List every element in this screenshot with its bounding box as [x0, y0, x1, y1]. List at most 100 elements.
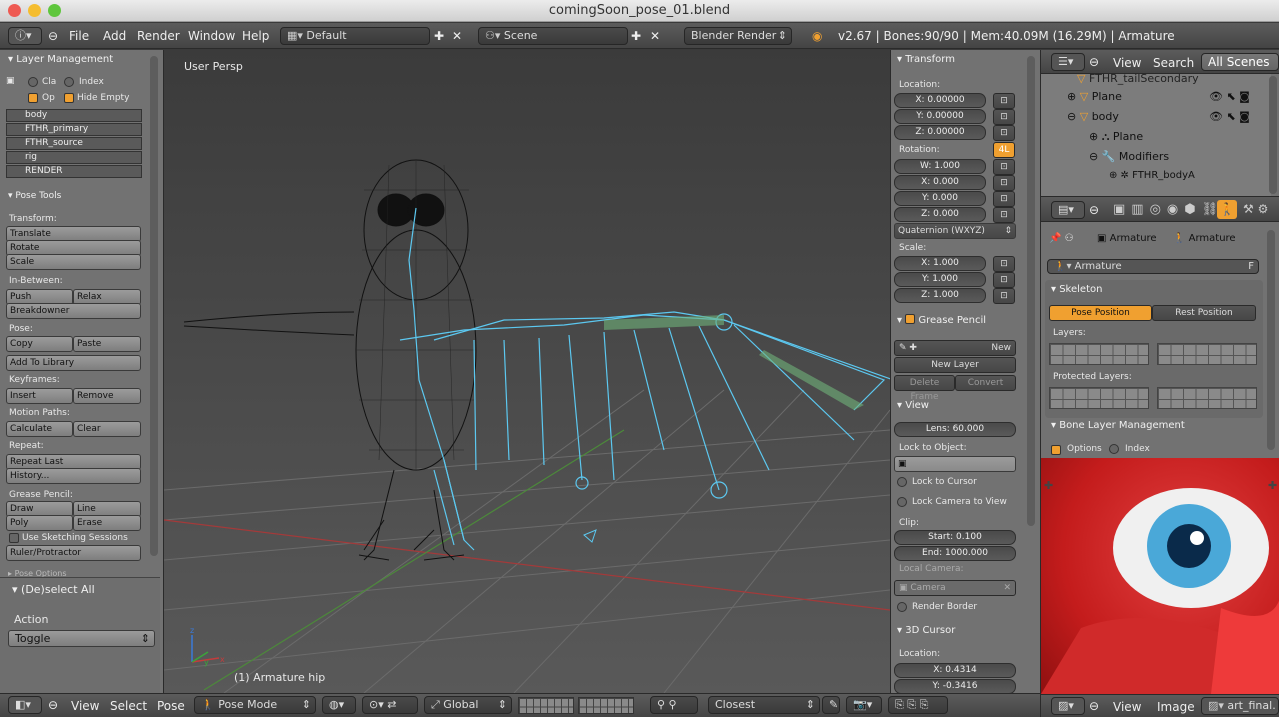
lock-location-x-icon[interactable]: ⊡ [993, 93, 1015, 109]
lock-rotation-w-icon[interactable]: ⊡ [993, 159, 1015, 175]
editor-type-info-icon[interactable]: ⓘ▾ [8, 27, 42, 45]
scene-select[interactable]: ⚇▾ Scene [478, 27, 628, 45]
properties-collapse-icon[interactable]: ⊖ [1089, 203, 1099, 217]
layer-row[interactable]: rig [6, 151, 142, 164]
image-view-menu[interactable]: View [1113, 700, 1141, 714]
properties-context-tabs[interactable]: ▣▥◎◉⬢⛓ [1113, 202, 1224, 217]
poly-button[interactable]: Poly [6, 515, 73, 531]
location-y-field[interactable]: Y: 0.00000 [894, 109, 986, 124]
viewport-editor-type-icon[interactable]: ◧▾ [8, 696, 42, 714]
tool-shelf-scrollbar[interactable] [150, 56, 158, 556]
outliner-item[interactable]: ⊖ 🔧 Modifiers [1089, 150, 1169, 163]
add-scene-icon[interactable]: ✚ [631, 29, 641, 43]
visibility-eye-icon[interactable]: 👁 ⬉ ◙ [1209, 110, 1250, 123]
lock-location-z-icon[interactable]: ⊡ [993, 125, 1015, 141]
breakdowner-button[interactable]: Breakdowner [6, 303, 141, 319]
grease-pencil-checkbox[interactable] [905, 314, 916, 324]
image-menu[interactable]: Image [1157, 700, 1195, 714]
erase-button[interactable]: Erase [73, 515, 141, 531]
menu-file[interactable]: File [69, 29, 89, 43]
outliner-scope-select[interactable]: All Scenes [1201, 53, 1279, 71]
lock-scale-y-icon[interactable]: ⊡ [993, 272, 1015, 288]
rotation-y-field[interactable]: Y: 0.000 [894, 191, 986, 206]
transform-orientation-select[interactable]: ⤢ Global ⇕ [424, 696, 512, 714]
clip-end-field[interactable]: End: 1000.000 [894, 546, 1016, 561]
render-engine-select[interactable]: Blender Render ⇕ [684, 27, 792, 45]
layer-row[interactable]: body [6, 109, 142, 122]
lock-to-cursor-checkbox[interactable] [897, 477, 907, 487]
image-editor-canvas[interactable]: ✚ ✚ [1041, 458, 1279, 694]
mode-select[interactable]: 🚶 Pose Mode ⇕ [194, 696, 316, 714]
outliner-item[interactable]: ⊕ ▽ Plane [1067, 90, 1122, 103]
fake-user-toggle[interactable]: F [1248, 260, 1254, 273]
rotation-z-field[interactable]: Z: 0.000 [894, 207, 986, 222]
clear-paths-button[interactable]: Clear [73, 421, 141, 437]
cursor-y-field[interactable]: Y: -0.3416 [894, 679, 1016, 694]
sidebar-scrollbar[interactable] [1027, 56, 1035, 526]
menu-render[interactable]: Render [137, 29, 180, 43]
new-layer-button[interactable]: New Layer [894, 357, 1016, 373]
armature-datablock-field[interactable]: 🚶▾ Armature F [1047, 259, 1259, 274]
outliner-collapse-icon[interactable]: ⊖ [1089, 55, 1099, 69]
viewport-select-menu[interactable]: Select [110, 699, 147, 713]
outliner-item[interactable]: ⊕ ⛬ Plane [1089, 130, 1143, 144]
lock-scale-z-icon[interactable]: ⊡ [993, 288, 1015, 304]
screen-layout-select[interactable]: ▦▾ Default [280, 27, 430, 45]
outliner-item[interactable]: ▽ FTHR_tailSecondary [1077, 72, 1199, 85]
outliner-search-menu[interactable]: Search [1153, 56, 1194, 70]
action-select[interactable]: Toggle ⇕ [8, 630, 155, 647]
rotation-x-field[interactable]: X: 0.000 [894, 175, 986, 190]
lens-field[interactable]: Lens: 60.000 [894, 422, 1016, 437]
ruler-button[interactable]: Ruler/Protractor [6, 545, 141, 561]
bone-constraint-tab-icon[interactable]: ⚒ ⚙ [1243, 202, 1268, 216]
copy-paste-pose-icons[interactable]: ⎘ ⎘ ⎘ [888, 696, 948, 714]
copy-pose-button[interactable]: Copy [6, 336, 73, 352]
scene-layers-grid-b[interactable] [578, 697, 634, 714]
image-corner-plus-icon[interactable]: ✚ [1268, 479, 1277, 492]
remove-screen-icon[interactable]: ✕ [452, 29, 462, 43]
layer-row[interactable]: FTHR_primary [6, 123, 142, 136]
paste-pose-button[interactable]: Paste [73, 336, 141, 352]
cursor-x-field[interactable]: X: 0.4314 [894, 663, 1016, 678]
pose-position-button[interactable]: Pose Position [1049, 305, 1152, 321]
3d-cursor-header[interactable]: ▾ 3D Cursor [897, 625, 955, 636]
image-select[interactable]: ▨▾ art_final. [1201, 697, 1279, 715]
delete-frame-button[interactable]: Delete Frame [894, 375, 955, 402]
lock-camera-checkbox[interactable] [897, 497, 907, 507]
bone-layers-grid-b[interactable] [1157, 343, 1257, 365]
lock-object-field[interactable]: ▣ [894, 456, 1016, 472]
outliner-scrollbar[interactable] [1269, 76, 1277, 194]
protected-layers-grid-a[interactable] [1049, 387, 1149, 409]
bone-layers-grid-a[interactable] [1049, 343, 1149, 365]
rotation-w-field[interactable]: W: 1.000 [894, 159, 986, 174]
visibility-eye-icon[interactable]: 👁 ⬉ ◙ [1209, 90, 1250, 103]
location-z-field[interactable]: Z: 0.00000 [894, 125, 986, 140]
bone-layer-management-header[interactable]: ▾ Bone Layer Management [1051, 420, 1185, 431]
bone-index-checkbox[interactable] [1109, 444, 1119, 454]
pivot-and-manipulator-icons[interactable]: ⊙▾ ⇄ [362, 696, 418, 714]
collapse-menu-icon[interactable]: ⊖ [48, 29, 58, 43]
options-checkbox[interactable] [1051, 445, 1061, 455]
lock-rotation-y-icon[interactable]: ⊡ [993, 191, 1015, 207]
layer-icon[interactable]: ▣ [6, 76, 15, 86]
local-camera-field[interactable]: ▣ Camera ✕ [894, 580, 1016, 596]
grease-pencil-header[interactable]: ▾ Grease Pencil [897, 313, 986, 326]
image-editor-collapse-icon[interactable]: ⊖ [1089, 699, 1099, 713]
lock-scale-x-icon[interactable]: ⊡ [993, 256, 1015, 272]
menu-help[interactable]: Help [242, 29, 269, 43]
zoom-window-icon[interactable] [48, 4, 61, 17]
index-checkbox[interactable] [64, 77, 74, 87]
deselect-all-header[interactable]: ▾ (De)select All [12, 583, 95, 596]
menu-add[interactable]: Add [103, 29, 126, 43]
insert-keyframe-button[interactable]: Insert [6, 388, 73, 404]
layer-row[interactable]: FTHR_source [6, 137, 142, 150]
snap-icon[interactable]: ✎ [822, 696, 840, 714]
outliner-view-menu[interactable]: View [1113, 56, 1141, 70]
use-sketching-checkbox[interactable] [9, 533, 19, 543]
scale-x-field[interactable]: X: 1.000 [894, 256, 986, 271]
rest-position-button[interactable]: Rest Position [1152, 305, 1256, 321]
lock-4l-toggle[interactable]: 4L [993, 142, 1015, 158]
remove-keyframe-button[interactable]: Remove [73, 388, 141, 404]
render-preview-icons[interactable]: 📷▾ [846, 696, 882, 714]
clip-start-field[interactable]: Start: 0.100 [894, 530, 1016, 545]
